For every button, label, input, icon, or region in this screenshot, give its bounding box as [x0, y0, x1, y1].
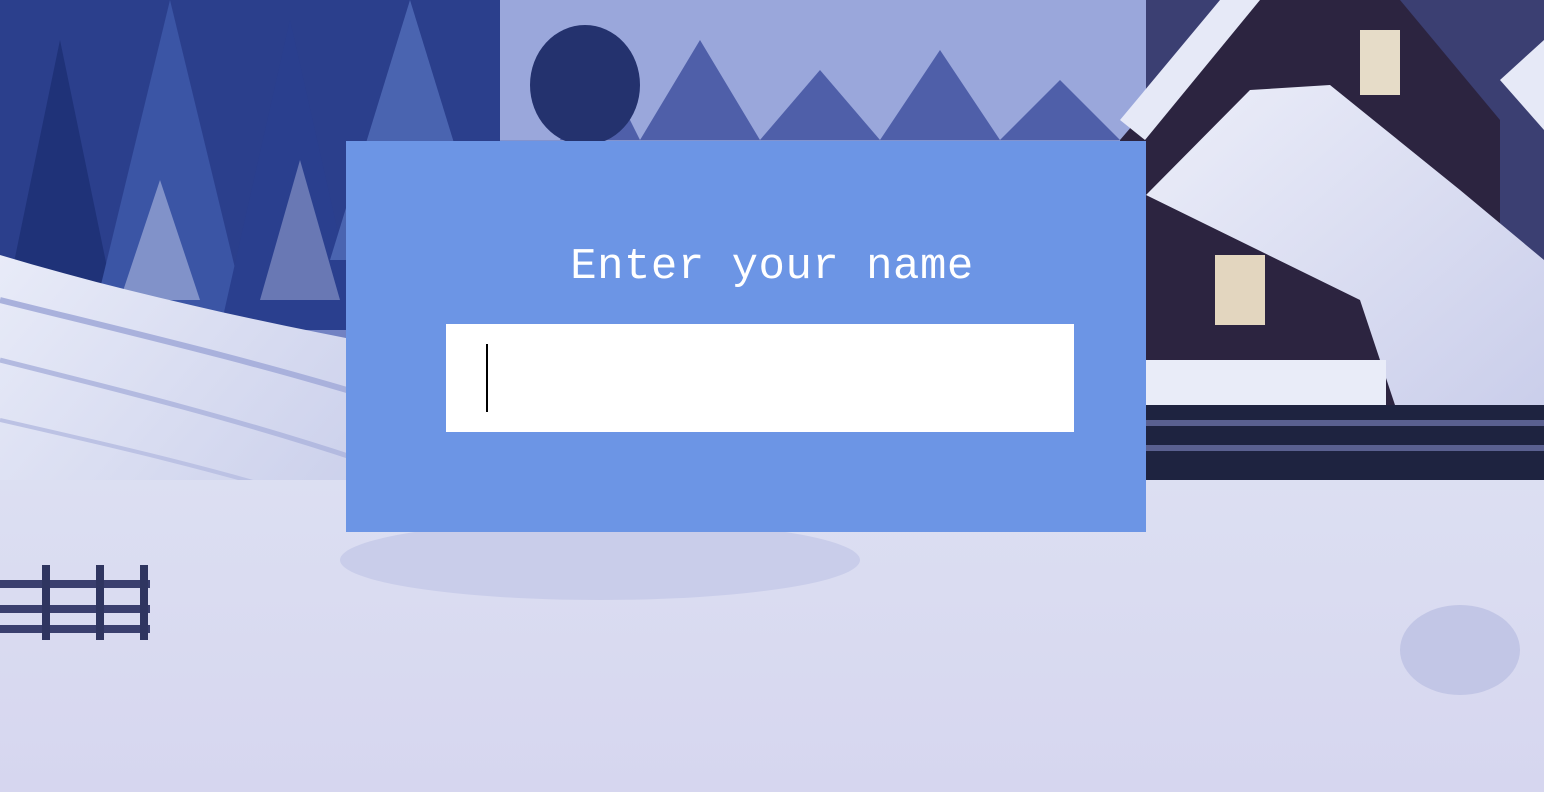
text-cursor: [486, 344, 488, 412]
name-prompt-label: Enter your name: [570, 242, 974, 292]
name-input[interactable]: [446, 324, 1074, 432]
